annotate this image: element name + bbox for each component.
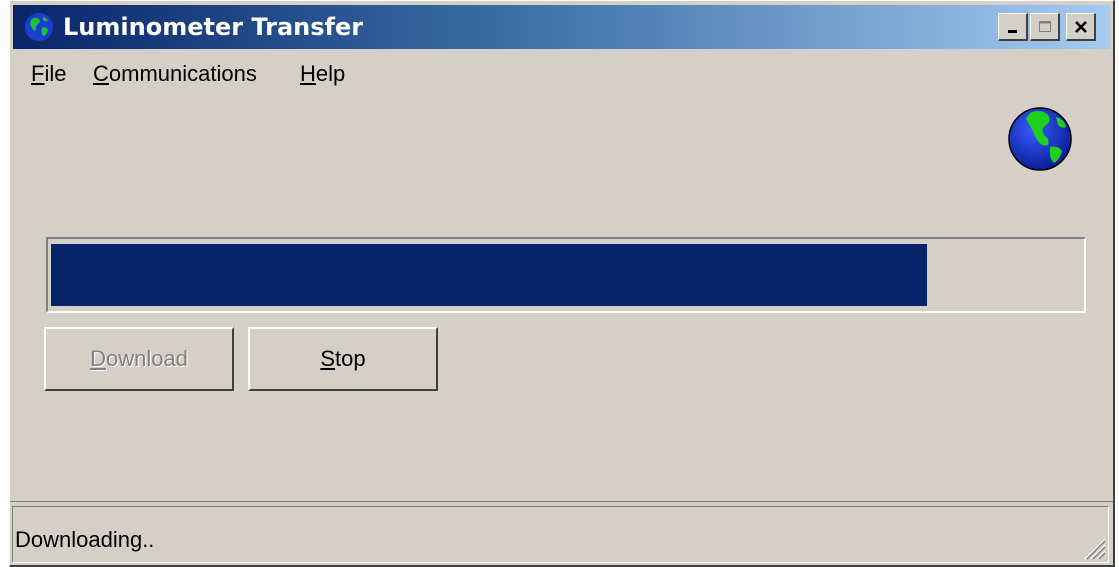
status-bar: Downloading.. <box>10 501 1113 565</box>
progress-bar <box>46 237 1086 313</box>
close-icon <box>1074 20 1087 33</box>
status-text: Downloading.. <box>15 527 155 552</box>
globe-icon <box>1004 103 1076 175</box>
app-window: Luminometer Transfer File Communications… <box>9 0 1115 567</box>
close-button[interactable] <box>1066 13 1096 41</box>
menu-communications[interactable]: Communications <box>93 61 257 87</box>
maximize-icon <box>1038 20 1051 32</box>
menu-bar: File Communications Help <box>13 55 1110 95</box>
resize-grip-icon[interactable] <box>1080 534 1106 560</box>
status-panel: Downloading.. <box>12 506 1109 563</box>
minimize-button[interactable] <box>998 13 1028 41</box>
menu-help[interactable]: Help <box>300 61 345 87</box>
minimize-icon <box>1007 29 1017 33</box>
download-button[interactable]: Download <box>44 327 234 391</box>
window-title: Luminometer Transfer <box>63 13 364 41</box>
title-bar[interactable]: Luminometer Transfer <box>13 5 1110 49</box>
menu-file[interactable]: File <box>31 61 66 87</box>
progress-fill <box>51 244 927 306</box>
stop-button[interactable]: Stop <box>248 327 438 391</box>
maximize-button[interactable] <box>1030 13 1060 41</box>
globe-icon[interactable] <box>23 11 55 43</box>
